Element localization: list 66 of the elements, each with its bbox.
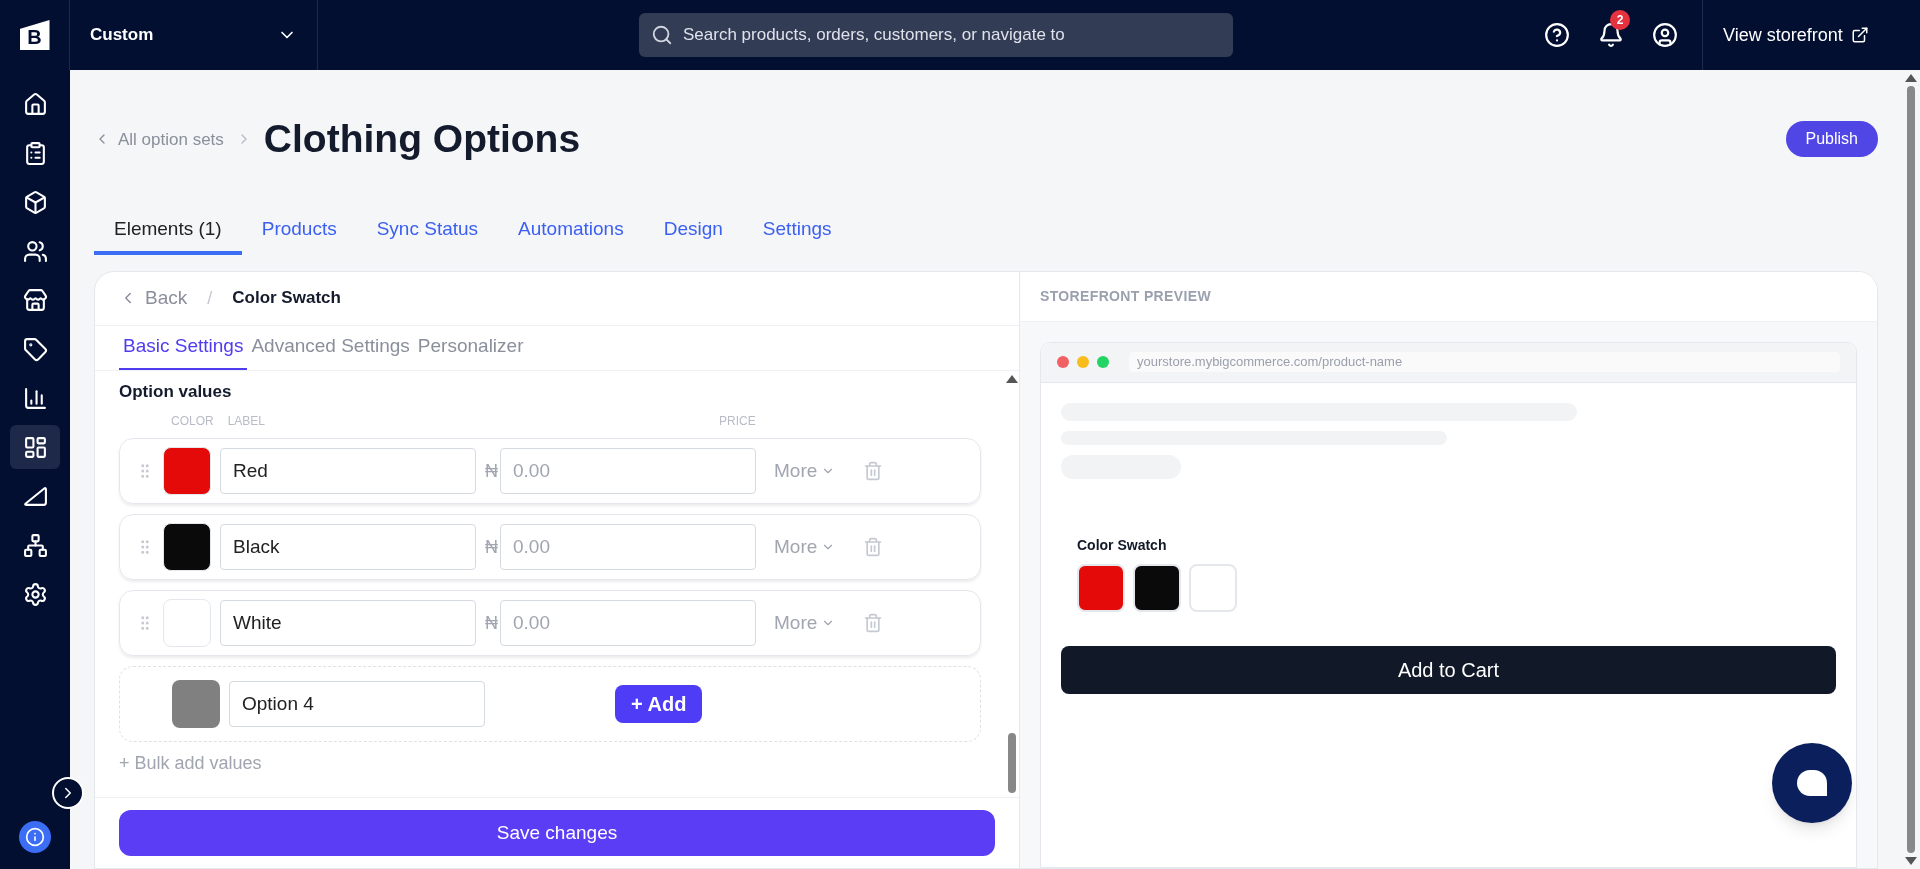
notification-badge: 2 (1610, 10, 1630, 30)
save-changes-button[interactable]: Save changes (119, 810, 995, 856)
settings-icon (22, 581, 48, 607)
publish-button[interactable]: Publish (1785, 121, 1878, 158)
home-icon (22, 91, 48, 117)
preview-heading: STOREFRONT PREVIEW (1040, 286, 1211, 306)
preview-swatch[interactable] (1189, 563, 1237, 612)
add-button[interactable]: + Add (615, 685, 703, 723)
label-input[interactable]: Red (220, 448, 476, 494)
users-icon (22, 238, 48, 264)
breadcrumb-separator: / (207, 286, 213, 310)
tab[interactable]: Products (241, 208, 357, 255)
sidebar-item[interactable] (10, 425, 60, 469)
column-header: LABEL (227, 413, 266, 430)
color-swatch[interactable] (163, 447, 211, 495)
tab[interactable]: Design (643, 208, 743, 255)
external-link-icon (1850, 26, 1869, 44)
label-input[interactable]: Black (220, 524, 476, 570)
info-icon (25, 827, 45, 847)
tab[interactable]: Settings (742, 208, 852, 255)
currency-symbol: ₦ (485, 459, 498, 483)
subtab[interactable]: Basic Settings (119, 325, 248, 370)
store-selector[interactable]: Custom (70, 0, 318, 70)
tab[interactable]: Elements (1) (94, 208, 242, 255)
search-icon (651, 24, 673, 46)
label-input[interactable]: White (220, 600, 476, 646)
column-header: COLOR (171, 413, 214, 430)
user-icon[interactable] (1652, 22, 1678, 48)
swatch-label: Color Swatch (1077, 535, 1168, 555)
network-icon (22, 532, 48, 558)
store-icon (22, 287, 48, 313)
address-bar: yourstore.mybigcommerce.com/product-name (1129, 352, 1840, 372)
expand-button[interactable] (52, 777, 84, 809)
tag-icon (22, 336, 48, 362)
bar-chart-icon (22, 385, 48, 411)
preview-swatch[interactable] (1133, 563, 1181, 612)
currency-symbol: ₦ (485, 535, 498, 559)
price-input[interactable]: 0.00 (500, 524, 756, 570)
label-input[interactable]: Option 4 (229, 681, 485, 727)
preview-swatch[interactable] (1077, 563, 1125, 612)
color-swatch[interactable] (163, 599, 211, 647)
help-icon[interactable] (1544, 22, 1570, 48)
box-icon (22, 189, 48, 215)
subtab[interactable]: Personalizer (413, 325, 528, 370)
add-to-cart-button[interactable]: Add to Cart (1061, 645, 1836, 694)
price-input[interactable]: 0.00 (500, 600, 756, 646)
search-field[interactable]: Search products, orders, customers, or navigate to (639, 13, 1233, 57)
element-name: Color Swatch (232, 287, 341, 310)
logo[interactable]: B (19, 20, 50, 50)
grid-icon (22, 434, 48, 460)
chat-bubble-icon (1797, 770, 1827, 796)
color-swatch[interactable] (172, 680, 220, 728)
section-title: Option values (119, 380, 233, 403)
price-input[interactable]: 0.00 (500, 448, 756, 494)
color-swatch[interactable] (163, 523, 211, 571)
chat-button[interactable] (1772, 743, 1852, 823)
bell-icon[interactable] (1598, 22, 1624, 48)
subtab[interactable]: Advanced Settings (247, 325, 414, 370)
column-header: PRICE (719, 413, 756, 430)
breadcrumb-link[interactable]: All option sets (94, 126, 224, 152)
tab[interactable]: Sync Status (356, 208, 499, 255)
page-title: Clothing Options (263, 116, 581, 162)
tab[interactable]: Automations (498, 208, 644, 255)
info-button[interactable] (19, 821, 51, 853)
back-link[interactable]: Back (119, 283, 188, 313)
currency-symbol: ₦ (485, 611, 498, 635)
